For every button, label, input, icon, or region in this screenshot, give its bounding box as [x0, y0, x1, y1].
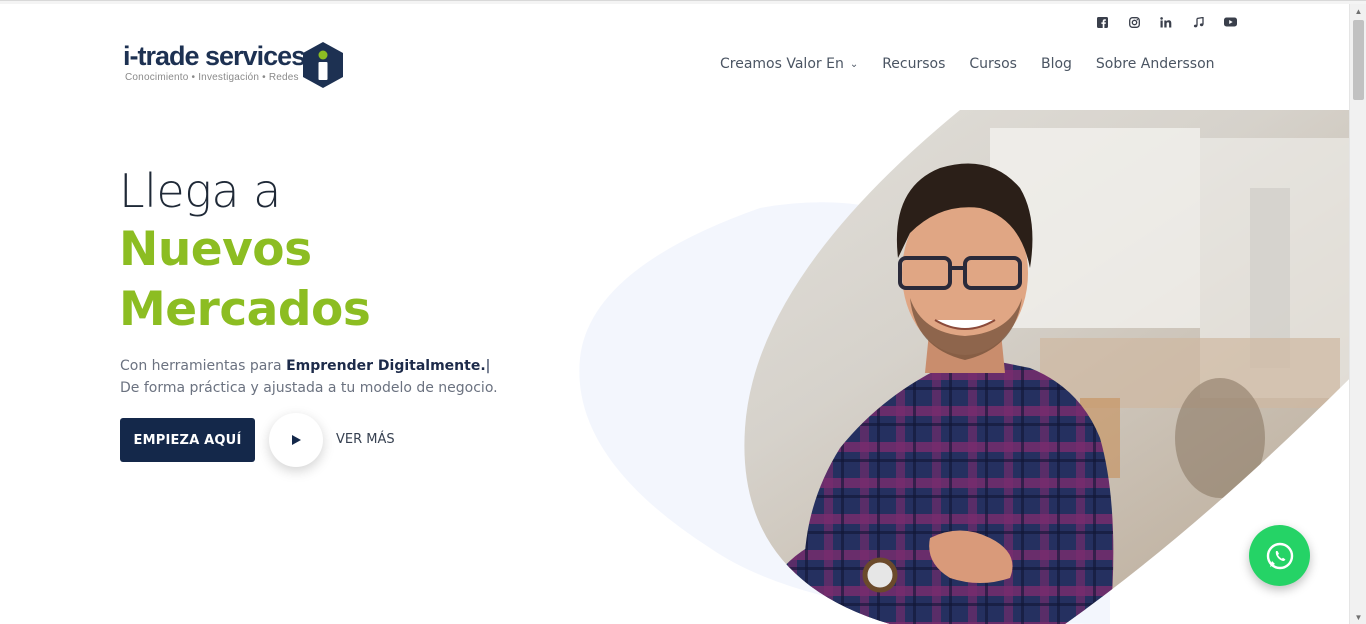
whatsapp-button[interactable] — [1249, 525, 1310, 586]
brand-logo[interactable]: i-trade services Conocimiento • Investig… — [121, 41, 346, 91]
hero-heading-line2: Nuevos — [119, 222, 312, 277]
social-links — [1086, 14, 1246, 30]
youtube-icon[interactable] — [1214, 14, 1246, 30]
subtitle-prefix: Con herramientas para — [120, 358, 287, 374]
typing-cursor: | — [485, 358, 491, 374]
hero-subtitle-line2: De forma práctica y ajustada a tu modelo… — [120, 380, 498, 396]
page-scrollbar[interactable]: ▲ ▼ — [1349, 4, 1366, 624]
hero-heading-line1: Llega a — [119, 164, 281, 218]
brand-name: i-trade services — [123, 41, 306, 71]
logo-hexagon-icon — [303, 42, 343, 88]
whatsapp-icon — [1266, 542, 1293, 569]
hero-image — [579, 110, 1350, 624]
music-icon[interactable] — [1182, 14, 1214, 30]
linkedin-icon[interactable] — [1150, 14, 1182, 30]
nav-item-sobre-andersson[interactable]: Sobre Andersson — [1096, 56, 1215, 72]
hero-heading-line3: Mercados — [119, 282, 371, 337]
scroll-up-arrow-icon[interactable]: ▲ — [1350, 4, 1366, 18]
empieza-aqui-button[interactable]: EMPIEZA AQUÍ — [120, 418, 255, 462]
brand-tagline: Conocimiento • Investigación • Redes — [125, 72, 299, 83]
ver-mas-link[interactable]: VER MÁS — [336, 432, 395, 447]
nav-item-creamos-valor-en[interactable]: Creamos Valor En ⌄ — [720, 56, 858, 72]
scroll-down-arrow-icon[interactable]: ▼ — [1350, 610, 1366, 624]
nav-item-blog[interactable]: Blog — [1041, 56, 1072, 72]
instagram-icon[interactable] — [1118, 14, 1150, 30]
play-icon — [292, 435, 301, 445]
nav-item-label: Creamos Valor En — [720, 56, 844, 72]
facebook-icon[interactable] — [1086, 14, 1118, 30]
scrollbar-thumb[interactable] — [1353, 20, 1364, 100]
browser-top-border — [0, 0, 1366, 4]
hero-subtitle: Con herramientas para Emprender Digitalm… — [120, 355, 498, 399]
subtitle-bold: Emprender Digitalmente. — [286, 358, 486, 374]
chevron-down-icon: ⌄ — [849, 58, 859, 70]
nav-item-recursos[interactable]: Recursos — [882, 56, 945, 72]
play-video-button[interactable] — [269, 413, 323, 467]
hero-subtitle-line1: Con herramientas para Emprender Digitalm… — [120, 355, 498, 377]
nav-item-cursos[interactable]: Cursos — [969, 56, 1017, 72]
main-nav: Creamos Valor En ⌄ Recursos Cursos Blog … — [720, 56, 1215, 72]
